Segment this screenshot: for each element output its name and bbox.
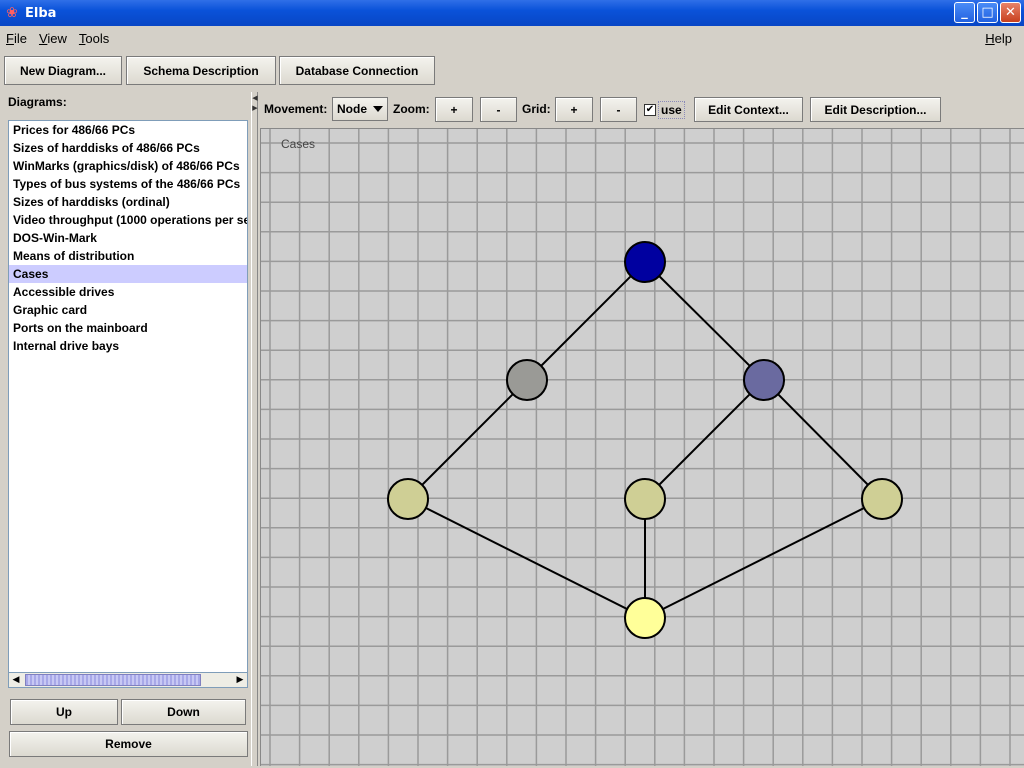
panel-splitter[interactable]: ◀ ▶ — [251, 92, 258, 766]
list-item[interactable]: WinMarks (graphics/disk) of 486/66 PCs — [9, 157, 247, 175]
zoom-out-button[interactable]: - — [480, 97, 517, 122]
movement-select[interactable]: Node — [332, 97, 388, 121]
list-item[interactable]: Graphic card — [9, 301, 247, 319]
diagram-title: Cases — [281, 137, 316, 151]
zoom-label: Zoom: — [393, 102, 430, 116]
window-title: Elba — [25, 5, 57, 21]
collapse-right-icon[interactable]: ▶ — [252, 104, 258, 112]
list-item[interactable]: Sizes of harddisks (ordinal) — [9, 193, 247, 211]
new-diagram-button[interactable]: New Diagram... — [4, 56, 122, 85]
scroll-right-icon[interactable]: ▶ — [233, 673, 247, 687]
movement-label: Movement: — [264, 102, 328, 116]
menu-file[interactable]: File — [0, 31, 33, 46]
down-button[interactable]: Down — [121, 699, 246, 725]
node-bottom[interactable] — [624, 597, 666, 639]
edit-context-button[interactable]: Edit Context... — [694, 97, 803, 122]
use-grid-label[interactable]: use — [658, 101, 685, 119]
diagram-svg[interactable] — [261, 129, 1024, 766]
list-item[interactable]: Prices for 486/66 PCs — [9, 121, 247, 139]
grid-label: Grid: — [522, 102, 551, 116]
scroll-thumb[interactable] — [25, 674, 201, 686]
node-top[interactable] — [624, 241, 666, 283]
movement-value: Node — [337, 102, 367, 116]
up-button[interactable]: Up — [10, 699, 118, 725]
zoom-in-button[interactable]: + — [435, 97, 473, 122]
edge-leftbottom-bottom — [407, 498, 646, 619]
horizontal-scrollbar[interactable]: ◀ ▶ — [8, 672, 248, 688]
diagrams-header: Diagrams: — [8, 95, 67, 109]
menu-help[interactable]: Help — [979, 31, 1018, 46]
use-grid-checkbox[interactable]: ✔ — [644, 104, 656, 116]
window-controls: _ □ ✕ — [954, 2, 1021, 23]
edit-description-button[interactable]: Edit Description... — [810, 97, 941, 122]
database-connection-button[interactable]: Database Connection — [279, 56, 435, 85]
list-item[interactable]: Internal drive bays — [9, 337, 247, 355]
grid — [261, 129, 1024, 766]
diagrams-panel: Diagrams: Prices for 486/66 PCs Sizes of… — [4, 92, 250, 762]
menu-view[interactable]: View — [33, 31, 73, 46]
list-item[interactable]: Video throughput (1000 operations per se — [9, 211, 247, 229]
node-left[interactable] — [506, 359, 548, 401]
node-middle[interactable] — [624, 478, 666, 520]
diagram-controls: Movement: Node Zoom: + - Grid: + - ✔ use… — [260, 94, 1024, 126]
title-bar: ❀ Elba _ □ ✕ — [0, 0, 1024, 26]
list-item[interactable]: Ports on the mainboard — [9, 319, 247, 337]
minimize-button[interactable]: _ — [954, 2, 975, 23]
main-toolbar: New Diagram... Schema Description Databa… — [0, 54, 1024, 86]
list-item[interactable]: DOS-Win-Mark — [9, 229, 247, 247]
chevron-down-icon — [373, 106, 383, 112]
list-item-selected[interactable]: Cases — [9, 265, 247, 283]
remove-button[interactable]: Remove — [9, 731, 248, 757]
schema-description-button[interactable]: Schema Description — [126, 56, 276, 85]
node-right[interactable] — [743, 359, 785, 401]
grid-minus-button[interactable]: - — [600, 97, 637, 122]
list-item[interactable]: Types of bus systems of the 486/66 PCs — [9, 175, 247, 193]
maximize-button[interactable]: □ — [977, 2, 998, 23]
node-bottom-right[interactable] — [861, 478, 903, 520]
edge-rightbottom-bottom — [644, 498, 883, 619]
list-item[interactable]: Means of distribution — [9, 247, 247, 265]
scroll-left-icon[interactable]: ◀ — [9, 673, 23, 687]
collapse-left-icon[interactable]: ◀ — [252, 94, 258, 102]
diagram-canvas[interactable]: Cases — [260, 128, 1024, 766]
menu-bar: File View Tools Help — [0, 26, 1024, 50]
app-icon: ❀ — [6, 5, 18, 21]
list-item[interactable]: Accessible drives — [9, 283, 247, 301]
close-button[interactable]: ✕ — [1000, 2, 1021, 23]
diagrams-list: Prices for 486/66 PCs Sizes of harddisks… — [8, 120, 248, 688]
grid-plus-button[interactable]: + — [555, 97, 593, 122]
list-item[interactable]: Sizes of harddisks of 486/66 PCs — [9, 139, 247, 157]
edges — [407, 261, 883, 619]
menu-tools[interactable]: Tools — [73, 31, 115, 46]
node-bottom-left[interactable] — [387, 478, 429, 520]
